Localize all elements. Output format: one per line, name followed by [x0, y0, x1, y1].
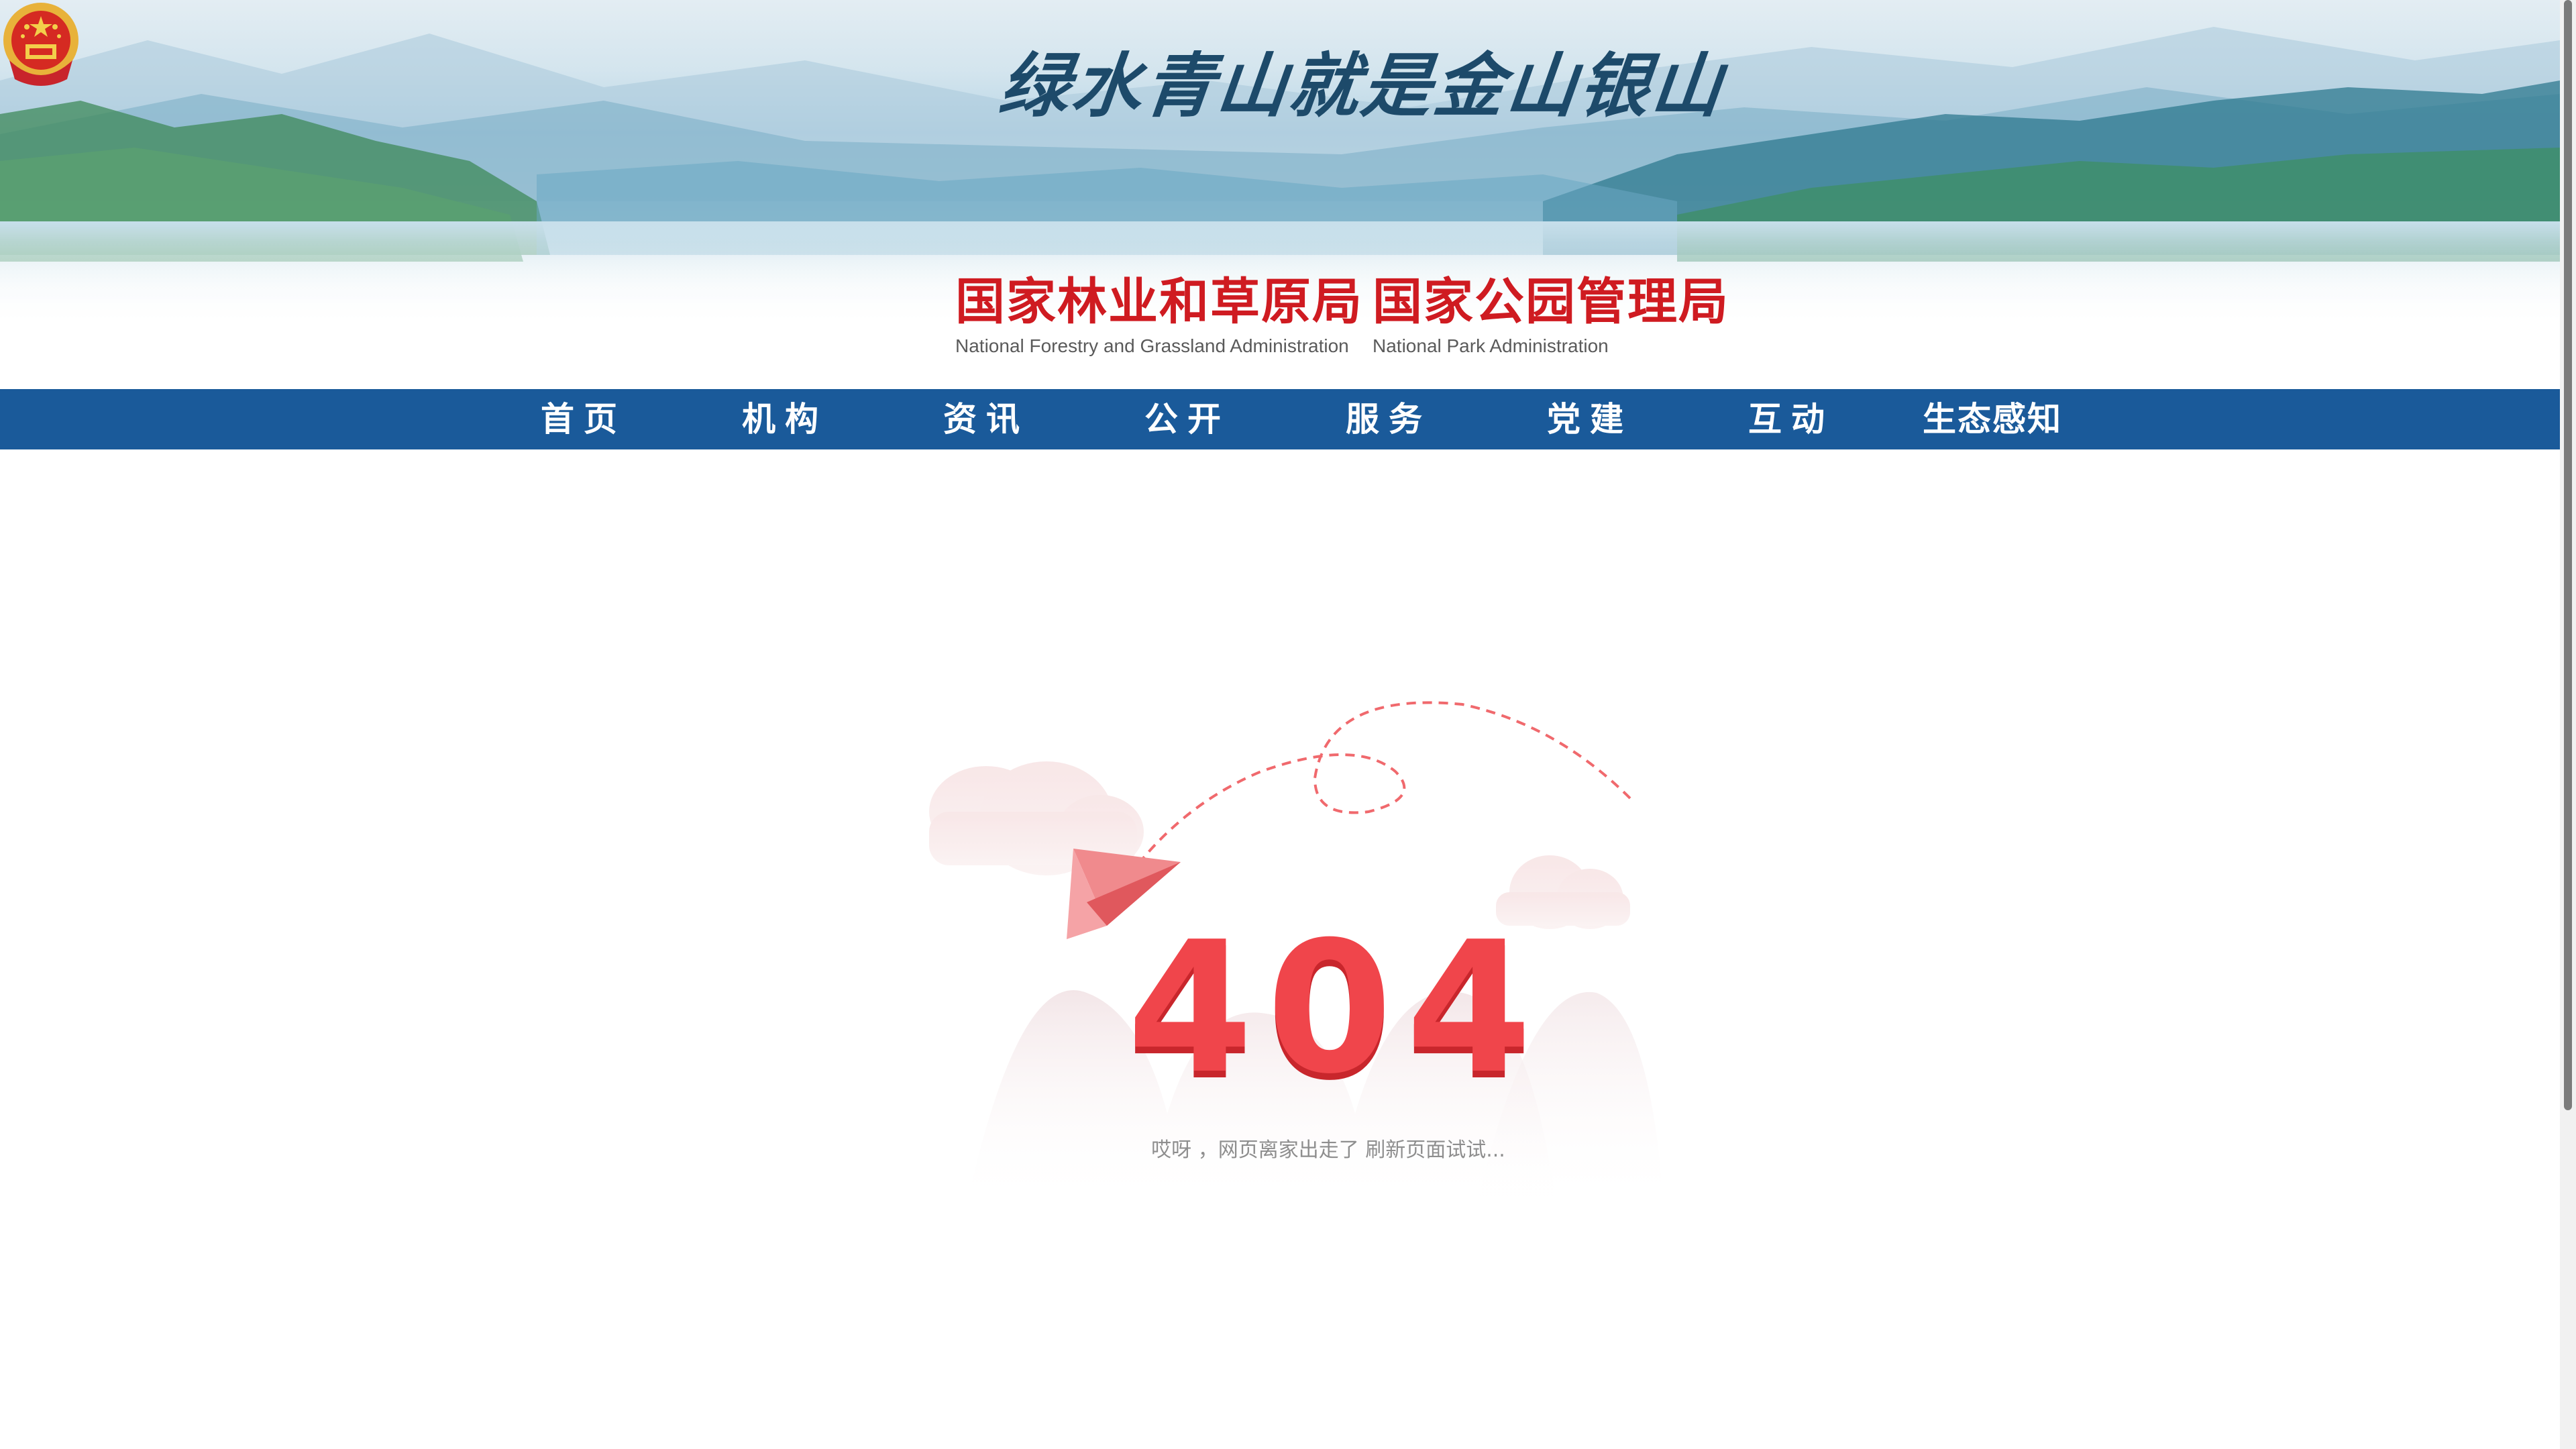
org-name-cn: 国家公园管理局 [1373, 273, 1729, 331]
error-code: 404 [1127, 902, 1546, 1114]
scrollbar[interactable] [2560, 0, 2576, 1449]
nav-item-party-building[interactable]: 党建 [1503, 389, 1677, 449]
org-name-cn: 国家林业和草原局 [955, 273, 1363, 331]
nav-item-ecology[interactable]: 生态感知 [1905, 389, 2080, 449]
nav-item-interaction[interactable]: 互动 [1704, 389, 1878, 449]
org-name-en: National Park Administration [1373, 335, 1609, 356]
org-title-park: 国家公园管理局 National Park Administration [1373, 272, 1729, 366]
flight-path [1126, 701, 1631, 880]
national-emblem-icon [3, 3, 78, 86]
org-name-en: National Forestry and Grassland Administ… [955, 335, 1349, 356]
page: 绿水青山就是金山银山 国家林业和草原局 National Forestry an… [0, 0, 2576, 1449]
org-title-forestry: 国家林业和草原局 National Forestry and Grassland… [955, 272, 1363, 366]
nav-item-home[interactable]: 首页 [496, 389, 671, 449]
nav-item-organization[interactable]: 机构 [698, 389, 872, 449]
nav-item-services[interactable]: 服务 [1301, 389, 1476, 449]
nav-item-disclosure[interactable]: 公开 [1100, 389, 1275, 449]
slogan-calligraphy: 绿水青山就是金山银山 [995, 44, 1729, 127]
scrollbar-thumb[interactable] [2564, 0, 2572, 1110]
header-banner: 绿水青山就是金山银山 国家林业和草原局 National Forestry an… [0, 0, 2560, 389]
error-message: 哎呀 ，网页离家出走了 刷新页面试试... [1151, 1138, 1505, 1162]
nav-item-news[interactable]: 资讯 [899, 389, 1073, 449]
main-nav: 首页 机构 资讯 公开 服务 党建 互动 生态感知 [0, 389, 2560, 449]
